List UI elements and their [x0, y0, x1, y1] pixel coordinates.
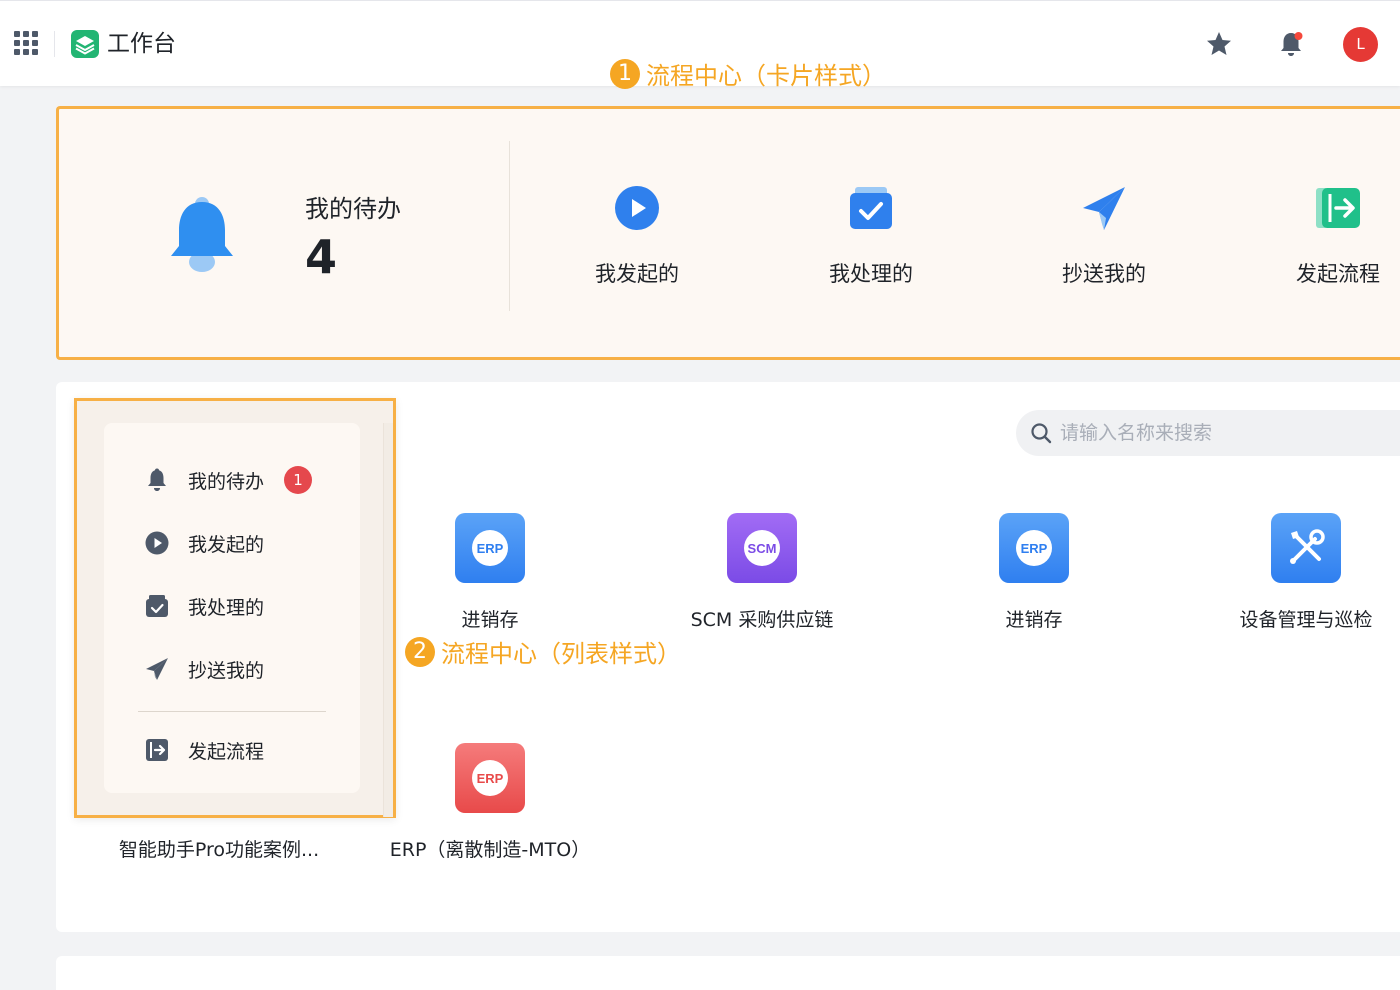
app-tile-equipment[interactable]: 设备管理与巡检 — [1186, 513, 1400, 632]
list-item-processed[interactable]: 我处理的 — [144, 591, 264, 621]
list-item-label: 发起流程 — [188, 740, 265, 763]
erp-app-icon: ERP — [455, 743, 525, 813]
app-grid-icon[interactable] — [14, 31, 38, 55]
card-divider — [509, 141, 510, 311]
app-label: 进销存 — [461, 609, 519, 631]
app-badge-text: SCM — [748, 541, 777, 556]
tools-icon — [1271, 513, 1341, 583]
card-action-start[interactable]: 发起流程 — [1258, 184, 1400, 288]
header-divider — [54, 31, 55, 57]
app-badge-text: ERP — [477, 541, 504, 556]
list-divider — [138, 711, 326, 712]
card-action-label: 发起流程 — [1296, 262, 1380, 286]
app-tile-scm[interactable]: SCM SCM 采购供应链 — [642, 513, 882, 632]
card-action-label: 我处理的 — [829, 262, 913, 286]
list-scroll-edge — [383, 423, 393, 817]
card-action-processed[interactable]: 我处理的 — [791, 184, 951, 288]
card-action-cc[interactable]: 抄送我的 — [1024, 184, 1184, 288]
play-circle-icon — [145, 531, 169, 555]
app-badge-text: ERP — [477, 771, 504, 786]
annotation-text: 流程中心（卡片样式） — [646, 62, 886, 90]
list-item-label: 我发起的 — [188, 533, 265, 556]
card-action-label: 我发起的 — [595, 262, 679, 286]
annotation-list-style: 2 流程中心（列表样式） — [405, 634, 681, 669]
page-title: 工作台 — [107, 31, 176, 57]
app-label: SCM 采购供应链 — [690, 609, 834, 631]
exit-arrow-icon — [1316, 188, 1360, 228]
check-tray-icon — [850, 187, 892, 229]
bell-icon — [148, 468, 166, 491]
app-tile-erp-inventory[interactable]: ERP 进销存 — [370, 513, 610, 632]
todo-badge: 1 — [284, 466, 313, 494]
app-tile-erp-inventory-2[interactable]: ERP 进销存 — [914, 513, 1154, 632]
annotation-number: 2 — [405, 636, 435, 667]
process-center-list: 我的待办 1 我发起的 我处理的 抄送我的 发起流程 — [74, 398, 396, 818]
play-circle-icon — [615, 186, 659, 230]
todo-count[interactable]: 4 — [305, 229, 337, 285]
app-badge-text: ERP — [1021, 541, 1048, 556]
annotation-card-style: 1 流程中心（卡片样式） — [610, 56, 886, 91]
app-label: 进销存 — [1005, 609, 1063, 631]
search-icon — [1031, 423, 1052, 444]
next-panel — [56, 956, 1400, 990]
process-center-card: 我的待办 4 我发起的 我处理的 抄送我的 发起流程 — [56, 106, 1400, 360]
annotation-number: 1 — [610, 58, 640, 89]
bell-icon — [171, 197, 233, 272]
search-input[interactable] — [1060, 422, 1360, 444]
app-tile-erp-mto[interactable]: ERP ERP（离散制造-MTO） — [370, 743, 610, 862]
app-label: 智能助手Pro功能案例... — [118, 839, 320, 861]
list-item-todo[interactable]: 我的待办 1 — [144, 465, 313, 495]
card-action-initiated[interactable]: 我发起的 — [557, 184, 717, 288]
list-card: 我的待办 1 我发起的 我处理的 抄送我的 发起流程 — [104, 423, 360, 793]
search-box[interactable] — [1016, 410, 1400, 456]
exit-arrow-icon — [146, 739, 168, 761]
erp-app-icon: ERP — [455, 513, 525, 583]
list-item-label: 我的待办 — [188, 470, 265, 493]
paper-plane-icon — [1083, 187, 1125, 230]
paper-plane-icon — [146, 658, 168, 680]
list-item-start[interactable]: 发起流程 — [144, 735, 264, 765]
erp-app-icon: ERP — [999, 513, 1069, 583]
list-item-label: 我处理的 — [188, 596, 265, 619]
scm-app-icon: SCM — [727, 513, 797, 583]
app-label: ERP（离散制造-MTO） — [389, 839, 591, 861]
favorite-star-icon[interactable] — [1204, 29, 1234, 59]
list-item-label: 抄送我的 — [188, 659, 265, 682]
card-action-label: 抄送我的 — [1062, 262, 1146, 286]
user-avatar[interactable]: L — [1343, 27, 1378, 62]
workspace-logo-icon — [71, 30, 99, 58]
list-item-initiated[interactable]: 我发起的 — [144, 528, 264, 558]
app-label: 设备管理与巡检 — [1239, 609, 1373, 631]
list-item-cc[interactable]: 抄送我的 — [144, 654, 264, 684]
check-tray-icon — [146, 595, 168, 617]
todo-label[interactable]: 我的待办 — [305, 189, 401, 224]
notification-bell-icon[interactable] — [1276, 29, 1306, 59]
annotation-text: 流程中心（列表样式） — [441, 640, 681, 668]
